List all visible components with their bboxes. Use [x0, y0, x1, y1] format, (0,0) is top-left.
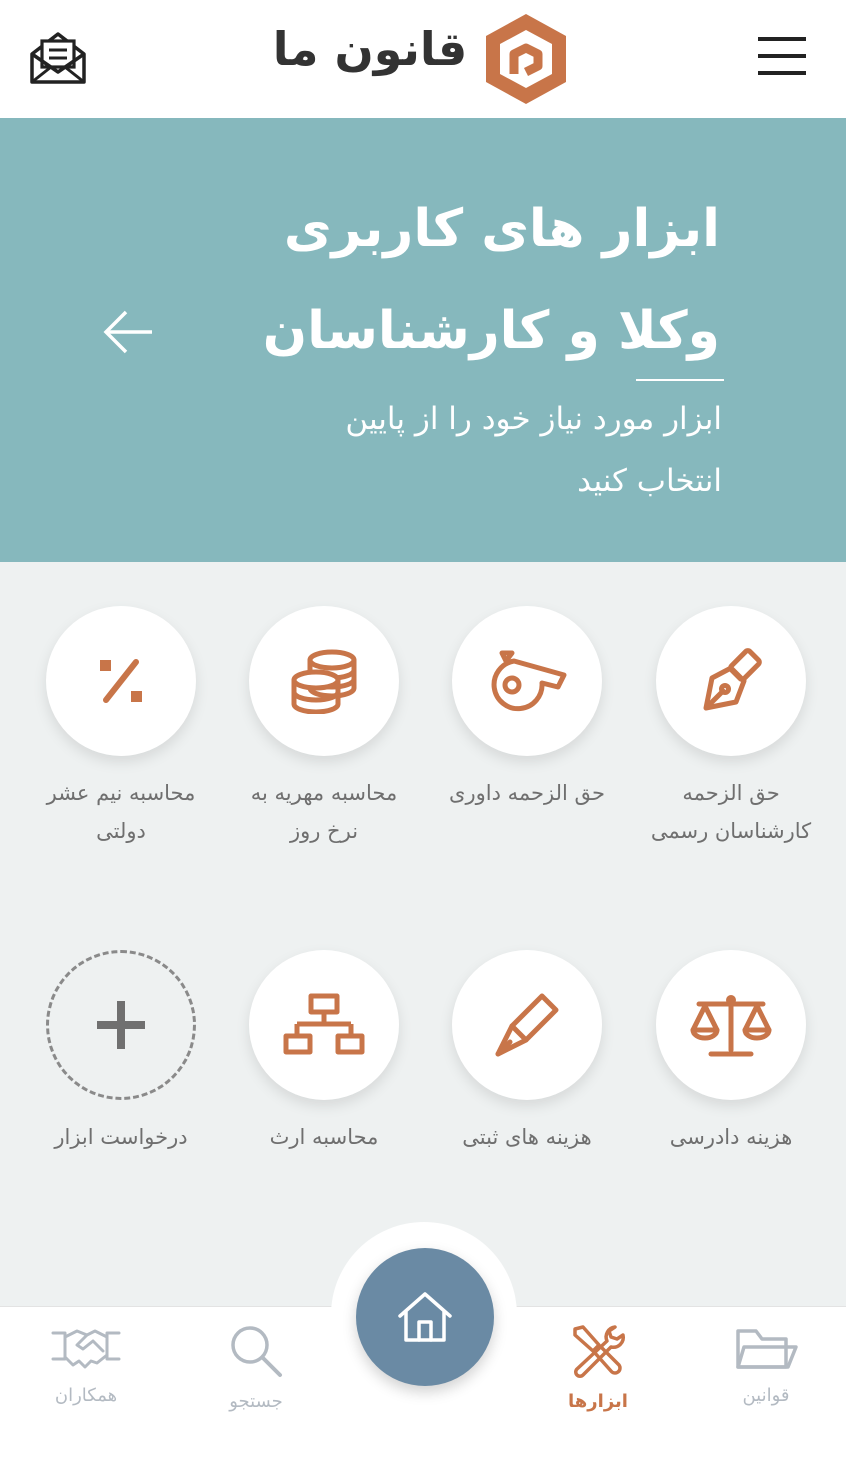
tool-inheritance-calc-circle[interactable] [249, 950, 399, 1100]
tool-registration-costs-line-1: هزینه های ثبتی [462, 1125, 592, 1149]
tool-expert-fees[interactable]: حق الزحمه کارشناسان رسمی [631, 606, 831, 850]
tool-expert-fees-circle[interactable] [656, 606, 806, 756]
tool-dowry-calc-line-1: محاسبه مهریه به [250, 781, 398, 805]
tool-court-costs-circle[interactable] [656, 950, 806, 1100]
tool-inheritance-calc-label: محاسبه ارث [224, 1118, 424, 1156]
search-icon [231, 1326, 282, 1377]
tool-half-tenth-calc-circle[interactable] [46, 606, 196, 756]
folder-icon [736, 1329, 798, 1369]
brush-pen-icon [495, 993, 559, 1057]
tool-arbitration-fees-label: حق الزحمه داوری [427, 774, 627, 812]
hero-title: ابزار های کاربری وکلا و کارشناسان [160, 178, 720, 382]
hero-subtitle-line-1: ابزار مورد نیاز خود را از پایین [345, 401, 722, 437]
hierarchy-icon [283, 993, 365, 1055]
scales-icon [690, 995, 772, 1057]
tool-dowry-calc-label: محاسبه مهریه به نرخ روز [224, 774, 424, 850]
tool-request-tool-line-1: درخواست ابزار [54, 1125, 188, 1149]
handshake-icon [51, 1329, 121, 1369]
tool-court-costs-label: هزینه دادرسی [631, 1118, 831, 1156]
nav-label-partners: همکاران [54, 1385, 118, 1406]
tool-arbitration-fees[interactable]: حق الزحمه داوری [427, 606, 627, 812]
nav-label-tools: ابزارها [568, 1391, 628, 1412]
hero-title-line-2: وکلا و کارشناسان [262, 301, 720, 361]
tool-half-tenth-calc-label: محاسبه نیم عشر دولتی [21, 774, 221, 850]
tool-inheritance-calc[interactable]: محاسبه ارث [224, 950, 424, 1156]
whistle-icon [491, 650, 567, 712]
hero-title-line-1: ابزار های کاربری [283, 199, 720, 259]
qanoon-ma-logo-icon [486, 14, 566, 104]
percent-icon [100, 659, 142, 703]
tool-court-costs-line-1: هزینه دادرسی [669, 1125, 793, 1149]
tool-half-tenth-calc-line-1: محاسبه نیم عشر [46, 781, 196, 805]
tool-dowry-calc-line-2: نرخ روز [289, 819, 359, 843]
app-header: قانون ما [0, 0, 846, 118]
tool-expert-fees-line-2: کارشناسان رسمی [650, 819, 812, 843]
tool-dowry-calc[interactable]: محاسبه مهریه به نرخ روز [224, 606, 424, 850]
tool-half-tenth-calc-line-2: دولتی [96, 819, 146, 843]
nav-item-laws[interactable]: قوانین [696, 1323, 836, 1406]
tool-arbitration-fees-line-1: حق الزحمه داوری [449, 781, 605, 805]
nav-item-search[interactable]: جستجو [186, 1323, 326, 1412]
tool-request-tool[interactable]: درخواست ابزار [21, 950, 221, 1156]
tool-registration-costs-label: هزینه های ثبتی [427, 1118, 627, 1156]
tool-request-tool-circle[interactable] [46, 950, 196, 1100]
hero-subtitle-line-2: انتخاب کنید [577, 463, 722, 499]
arrow-left-icon[interactable] [100, 308, 156, 356]
nav-item-tools[interactable]: ابزارها [528, 1323, 668, 1412]
tool-dowry-calc-circle[interactable] [249, 606, 399, 756]
tool-half-tenth-calc[interactable]: محاسبه نیم عشر دولتی [21, 606, 221, 850]
tool-arbitration-fees-circle[interactable] [452, 606, 602, 756]
nav-label-laws: قوانین [742, 1385, 790, 1406]
home-icon [398, 1292, 452, 1342]
nav-label-search: جستجو [229, 1391, 283, 1412]
tool-registration-costs[interactable]: هزینه های ثبتی [427, 950, 627, 1156]
hero-divider [636, 379, 724, 381]
home-button[interactable] [356, 1248, 494, 1386]
hero-subtitle: ابزار مورد نیاز خود را از پایین انتخاب ک… [202, 388, 722, 512]
tool-request-tool-label: درخواست ابزار [21, 1118, 221, 1156]
hamburger-menu-icon[interactable] [752, 30, 812, 82]
tool-court-costs[interactable]: هزینه دادرسی [631, 950, 831, 1156]
plus-icon [97, 1001, 145, 1049]
tool-registration-costs-circle[interactable] [452, 950, 602, 1100]
wrench-screwdriver-icon [573, 1325, 625, 1378]
app-title: قانون ما [272, 22, 468, 76]
fountain-pen-icon [703, 648, 762, 711]
coins-icon [291, 649, 357, 714]
open-envelope-icon[interactable] [28, 28, 88, 88]
tool-expert-fees-line-1: حق الزحمه [682, 781, 780, 805]
nav-item-partners[interactable]: همکاران [16, 1323, 156, 1406]
tool-inheritance-calc-line-1: محاسبه ارث [269, 1125, 379, 1149]
tool-expert-fees-label: حق الزحمه کارشناسان رسمی [631, 774, 831, 850]
